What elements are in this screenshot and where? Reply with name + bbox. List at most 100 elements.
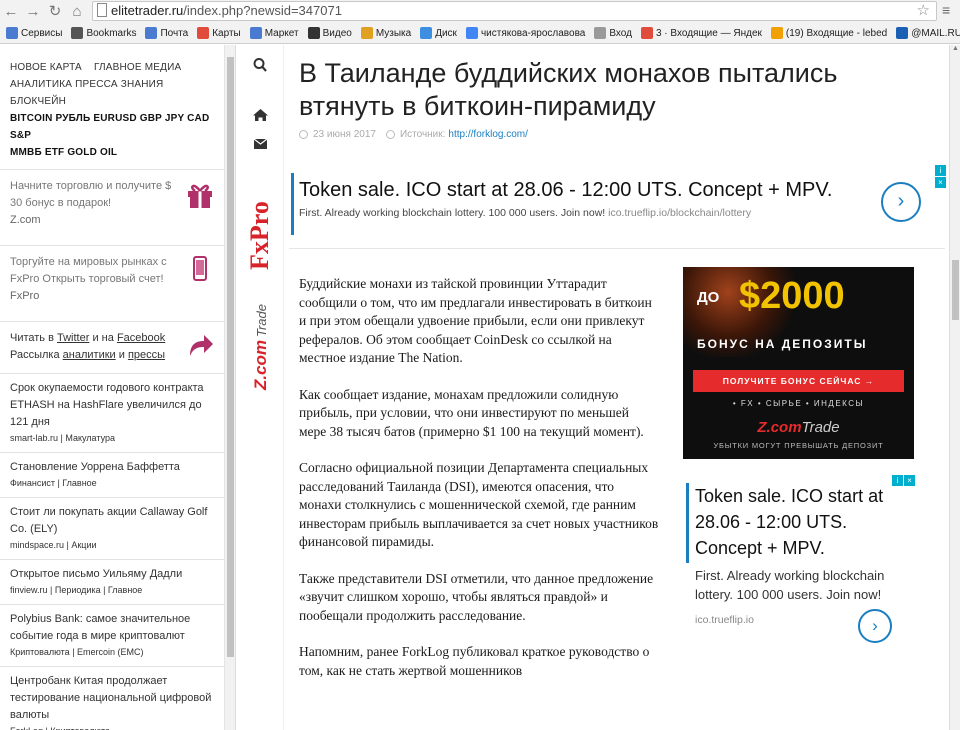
search-icon[interactable]: [237, 57, 284, 73]
url-path: /index.php?newsid=347071: [183, 3, 342, 18]
facebook-link[interactable]: Facebook: [117, 332, 165, 344]
source-label: Источник:: [399, 129, 446, 140]
bookmark-item[interactable]: Карты: [197, 27, 241, 39]
bookmark-icon: [145, 27, 158, 39]
article-paragraph: Как сообщает издание, монахам предложили…: [299, 386, 644, 439]
bookmark-label: Музыка: [375, 27, 412, 39]
reload-icon[interactable]: ↻: [44, 0, 66, 22]
bookmark-item[interactable]: чистякова-ярославова: [465, 27, 586, 39]
ad-top-chevron-icon[interactable]: ›: [881, 182, 921, 222]
bookmark-item[interactable]: Сервисы: [6, 27, 62, 39]
zad-features: • FX • СЫРЬЕ • ИНДЕКСЫ: [732, 399, 865, 408]
news-title[interactable]: Срок окупаемости годового контракта ETHA…: [10, 380, 214, 431]
twitter-link[interactable]: Twitter: [57, 332, 89, 344]
bookmark-item[interactable]: Вход: [594, 27, 632, 39]
article-date: 23 июня 2017: [313, 129, 376, 140]
adchoices-icon[interactable]: i: [935, 165, 946, 176]
mail-icon[interactable]: [237, 138, 284, 150]
ad-side-sub: First. Already working blockchain lotter…: [695, 568, 885, 602]
and2-label: и: [118, 349, 125, 361]
ad-side-url[interactable]: ico.trueflip.io: [695, 614, 754, 626]
bookmark-item[interactable]: Маркет: [249, 27, 299, 39]
forward-icon[interactable]: →: [22, 0, 44, 22]
page-scrollbar[interactable]: ▲: [949, 45, 960, 730]
ad-top-url[interactable]: ico.trueflip.io/blockchain/lottery: [608, 207, 751, 219]
mailing-label: Рассылка: [10, 349, 60, 361]
source-icon: [385, 130, 395, 139]
bookmark-label: 3 · Входящие — Яндек: [655, 27, 762, 39]
menu-icon[interactable]: ≡: [942, 2, 950, 18]
bookmark-item[interactable]: Музыка: [360, 27, 412, 39]
star-icon[interactable]: ☆: [917, 2, 930, 20]
category-new-map[interactable]: НОВОЕ КАРТА: [10, 62, 82, 73]
category-main-media[interactable]: ГЛАВНОЕ МЕДИА: [94, 62, 181, 73]
bookmark-item[interactable]: Почта: [145, 27, 188, 39]
bookmark-label: Bookmarks: [86, 27, 137, 39]
news-title[interactable]: Открытое письмо Уильяму Дадли: [10, 566, 214, 583]
promo-zcom-source: Z.com: [10, 214, 41, 226]
bookmark-item[interactable]: Bookmarks: [71, 27, 136, 39]
ad-close-icon[interactable]: ×: [935, 177, 946, 188]
promo-zcom[interactable]: Начните торговлю и получите $ 30 бонус в…: [0, 169, 224, 245]
ad-side-headline[interactable]: Token sale. ICO start at 28.06 - 12:00 U…: [695, 483, 910, 561]
news-item[interactable]: Срок окупаемости годового контракта ETHA…: [0, 373, 224, 452]
news-item[interactable]: Стоит ли покупать акции Callaway Golf Co…: [0, 497, 224, 559]
promo-zcom-text: Начните торговлю и получите $ 30 бонус в…: [10, 180, 172, 209]
news-item[interactable]: Polybius Bank: самое значительное событи…: [0, 604, 224, 666]
bookmark-icon: [465, 27, 478, 39]
bookmark-item[interactable]: (19) Входящие - lebed: [770, 27, 887, 39]
news-source: ForkLog | Криптовалюта: [10, 726, 214, 730]
left-sidebar: НОВОЕ КАРТА ГЛАВНОЕ МЕДИА АНАЛИТИКА ПРЕСС…: [0, 45, 225, 730]
ad-top-banner[interactable]: Token sale. ICO start at 28.06 - 12:00 U…: [289, 163, 946, 249]
bookmark-item[interactable]: Видео: [307, 27, 352, 39]
news-title[interactable]: Центробанк Китая продолжает тестирование…: [10, 673, 214, 724]
press-link[interactable]: прессы: [128, 349, 165, 361]
fxpro-banner[interactable]: FxPro: [246, 195, 276, 275]
bookmark-item[interactable]: @MAIL.RU: почта, пои: [896, 27, 960, 39]
zcom-bonus-ad[interactable]: ДО $2000 БОНУС НА ДЕПОЗИТЫ ПОЛУЧИТЕ БОНУ…: [683, 267, 914, 459]
home-icon[interactable]: [237, 108, 284, 122]
category-assets[interactable]: ММВБ ETF GOLD OIL: [10, 147, 117, 158]
article-body: Буддийские монахи из тайской провинции У…: [299, 275, 659, 698]
news-item[interactable]: Центробанк Китая продолжает тестирование…: [0, 666, 224, 730]
bookmark-label: Диск: [435, 27, 457, 39]
ad-side-banner[interactable]: i × Token sale. ICO start at 28.06 - 12:…: [683, 475, 915, 645]
scroll-up-icon[interactable]: ▲: [950, 45, 960, 57]
bookmark-label: Сервисы: [21, 27, 63, 39]
zad-get-bonus-button[interactable]: ПОЛУЧИТЕ БОНУС СЕЙЧАС →: [693, 370, 904, 392]
source-link[interactable]: http://forklog.com/: [448, 129, 527, 140]
category-nav: НОВОЕ КАРТА ГЛАВНОЕ МЕДИА АНАЛИТИКА ПРЕСС…: [0, 45, 224, 169]
bookmark-item[interactable]: Диск: [420, 27, 457, 39]
ad-side-chevron-icon[interactable]: ›: [858, 609, 892, 643]
fxpro-logo-text: FxPro: [246, 201, 274, 270]
news-source: finview.ru | Периодика | Главное: [10, 585, 143, 595]
sidebar-scrollbar-thumb[interactable]: [227, 57, 234, 657]
social-links: Читать в Twitter и на Facebook Рассылка …: [0, 321, 224, 373]
clock-icon: [299, 130, 308, 139]
category-currencies[interactable]: BITCOIN РУБЛЬ EURUSD GBP JPY CAD S&P: [10, 113, 209, 141]
back-icon[interactable]: ←: [0, 0, 22, 22]
article-paragraph: Также представители DSI отметили, что да…: [299, 570, 654, 623]
promo-fxpro[interactable]: Торгуйте на мировых рынках с FxPro Откры…: [0, 245, 224, 321]
sidebar-scrollbar[interactable]: [225, 45, 236, 730]
bookmark-label: Видео: [322, 27, 352, 39]
zcom-banner[interactable]: Z.com Trade: [246, 285, 276, 395]
bookmark-icon: [307, 27, 320, 39]
home-icon[interactable]: ⌂: [66, 0, 88, 22]
bookmark-label: чистякова-ярославова: [480, 27, 586, 39]
news-item[interactable]: Становление Уоррена Баффетта Финансист | …: [0, 452, 224, 497]
ad-top-sub: First. Already working blockchain lotter…: [299, 207, 751, 219]
category-analytics[interactable]: АНАЛИТИКА ПРЕССА ЗНАНИЯ БЛОКЧЕЙН: [10, 79, 163, 107]
address-bar[interactable]: elitetrader.ru/index.php?newsid=347071 ☆: [92, 1, 937, 21]
ad-top-headline[interactable]: Token sale. ICO start at 28.06 - 12:00 U…: [299, 179, 832, 202]
bookmark-item[interactable]: 3 · Входящие — Яндек: [640, 27, 762, 39]
news-title[interactable]: Становление Уоррена Баффетта: [10, 459, 214, 476]
article-title: В Таиланде буддийских монахов пытались в…: [299, 58, 838, 121]
news-item[interactable]: Открытое письмо Уильяму Дадли finview.ru …: [0, 559, 224, 604]
news-title[interactable]: Polybius Bank: самое значительное событи…: [10, 611, 214, 645]
page-scrollbar-thumb[interactable]: [952, 260, 959, 320]
analytics-link[interactable]: аналитики: [63, 349, 116, 361]
news-title[interactable]: Стоит ли покупать акции Callaway Golf Co…: [10, 504, 214, 538]
bookmark-icon: [770, 27, 783, 39]
news-source: Криптовалюта | Emercoin (EMC): [10, 647, 144, 657]
